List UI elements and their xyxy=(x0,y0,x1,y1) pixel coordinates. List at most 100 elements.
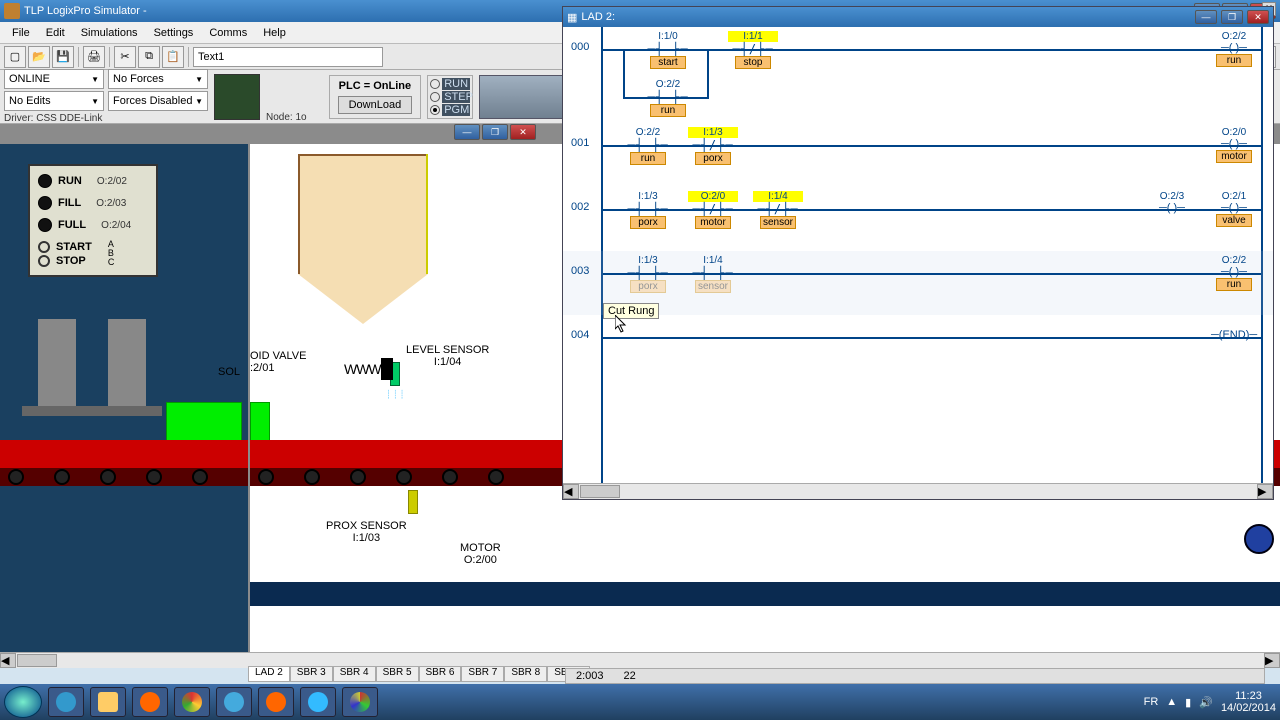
lad-close[interactable]: ✕ xyxy=(1247,10,1269,24)
silo xyxy=(298,154,438,354)
forcesdisabled-combo[interactable]: Forces Disabled▼ xyxy=(108,91,208,111)
app-icon xyxy=(4,3,20,19)
elem-start[interactable]: I:1/0─┤ ├─start xyxy=(643,31,693,69)
tray-flag-icon[interactable]: ▲ xyxy=(1166,696,1177,708)
node-label: Node: 1o xyxy=(266,112,307,123)
bottom-tabs: LAD 2 SBR 3 SBR 4 SBR 5 SBR 6 SBR 7 SBR … xyxy=(248,666,590,682)
stop-switch[interactable] xyxy=(38,255,50,267)
address-field[interactable] xyxy=(193,47,383,67)
lamp-fill-icon xyxy=(38,196,52,210)
solenoid-label: SOLENOID VALVESOL xyxy=(218,366,240,378)
lad-icon: ▦ xyxy=(567,11,577,24)
prox-sensor-icon xyxy=(408,490,418,514)
edits-combo[interactable]: No Edits▼ xyxy=(4,91,104,111)
rung-000[interactable]: 000 I:1/0─┤ ├─start I:1/1─┤/├─stop O:2/2… xyxy=(563,27,1273,123)
tb-firefox-icon[interactable] xyxy=(258,687,294,717)
coil-023[interactable]: O:2/3─( )─ xyxy=(1149,191,1195,214)
menu-edit[interactable]: Edit xyxy=(38,25,73,41)
tb-app1-icon[interactable] xyxy=(216,687,252,717)
lad-window: ▦ LAD 2: — ❐ ✕ 000 I:1/0─┤ ├─start I:1/1… xyxy=(562,6,1274,500)
menu-comms[interactable]: Comms xyxy=(201,25,255,41)
chip-icon[interactable] xyxy=(214,74,260,120)
mode-pgm-radio[interactable] xyxy=(430,105,440,115)
save-icon[interactable]: 💾 xyxy=(52,46,74,68)
elem-run1[interactable]: O:2/2─┤ ├─run xyxy=(623,127,673,165)
prosim2-close[interactable]: ✕ xyxy=(510,124,536,140)
floor xyxy=(250,582,1280,606)
lad-max[interactable]: ❐ xyxy=(1221,10,1243,24)
tb-ie-icon[interactable] xyxy=(48,687,84,717)
tb-app2-icon[interactable] xyxy=(342,687,378,717)
tray-sound-icon[interactable]: 🔊 xyxy=(1199,696,1213,709)
status-a: 2:003 xyxy=(576,670,604,682)
tab-sbr5[interactable]: SBR 5 xyxy=(376,666,419,682)
tab-lad2[interactable]: LAD 2 xyxy=(248,666,290,682)
indicator-run: RUN O:2/02 xyxy=(38,174,148,188)
elem-sensor2[interactable]: I:1/4─┤/├─sensor xyxy=(753,191,803,229)
lad-scroll[interactable]: ◀▶ xyxy=(563,483,1273,499)
solenoid-label2: OID VALVE:2/01 xyxy=(250,350,306,374)
tb-explorer-icon[interactable] xyxy=(90,687,126,717)
rung-002[interactable]: 002 I:1/3─┤ ├─porx O:2/0─┤/├─motor I:1/4… xyxy=(563,187,1273,251)
menu-settings[interactable]: Settings xyxy=(146,25,202,41)
download-button[interactable]: DownLoad xyxy=(338,96,413,114)
prosim2-min[interactable]: — xyxy=(454,124,480,140)
tooltip-cutrung: Cut Rung xyxy=(603,303,659,319)
coil-motor[interactable]: O:2/0─( )─motor xyxy=(1211,127,1257,163)
plc-status-box: PLC = OnLine DownLoad xyxy=(329,75,422,119)
open-icon[interactable]: 📂 xyxy=(28,46,50,68)
mode-run-radio[interactable] xyxy=(430,79,440,89)
lad-min[interactable]: — xyxy=(1195,10,1217,24)
start-switch[interactable] xyxy=(38,241,50,253)
elem-motor2[interactable]: O:2/0─┤/├─motor xyxy=(688,191,738,229)
motor-icon xyxy=(1244,524,1274,554)
tray-lang[interactable]: FR xyxy=(1144,696,1159,708)
prosim2-max[interactable]: ❐ xyxy=(482,124,508,140)
elem-stop[interactable]: I:1/1─┤/├─stop xyxy=(728,31,778,69)
print-icon[interactable]: 🖨 xyxy=(83,46,105,68)
abc-switch-label: A B C xyxy=(108,240,115,267)
start-button[interactable] xyxy=(4,686,42,718)
prosim-scroll[interactable]: ◀▶ xyxy=(0,652,1280,668)
tb-skype-icon[interactable] xyxy=(300,687,336,717)
coil-valve[interactable]: O:2/1─( )─valve xyxy=(1211,191,1257,227)
driver-label: Driver: CSS DDE-Link xyxy=(4,113,102,124)
levelsensor-label: LEVEL SENSORI:1/04 xyxy=(406,344,489,368)
menu-simulations[interactable]: Simulations xyxy=(73,25,146,41)
mouse-cursor-icon xyxy=(615,315,627,333)
box-on-belt-left xyxy=(166,402,242,442)
elem-porx1[interactable]: I:1/3─┤/├─porx xyxy=(688,127,738,165)
tb-chrome-icon[interactable] xyxy=(174,687,210,717)
coil-run3[interactable]: O:2/2─( )─run xyxy=(1211,255,1257,291)
ladder-editor[interactable]: 000 I:1/0─┤ ├─start I:1/1─┤/├─stop O:2/2… xyxy=(563,27,1273,499)
elem-sensor3[interactable]: I:1/4─┤ ├─sensor xyxy=(688,255,738,293)
elem-run-branch[interactable]: O:2/2─┤ ├─run xyxy=(643,79,693,117)
paste-icon[interactable]: 📋 xyxy=(162,46,184,68)
rung-001[interactable]: 001 O:2/2─┤ ├─run I:1/3─┤/├─porx O:2/0─(… xyxy=(563,123,1273,187)
coil-run[interactable]: O:2/2─( )─run xyxy=(1211,31,1257,67)
tab-sbr6[interactable]: SBR 6 xyxy=(419,666,462,682)
online-combo[interactable]: ONLINE▼ xyxy=(4,69,104,89)
control-panel: RUN O:2/02 FILL O:2/03 FULL O:2/04 START… xyxy=(28,164,158,277)
copy-icon[interactable]: ⧉ xyxy=(138,46,160,68)
tray-clock[interactable]: 11:2314/02/2014 xyxy=(1221,690,1276,714)
mode-step-radio[interactable] xyxy=(430,92,440,102)
tab-sbr8[interactable]: SBR 8 xyxy=(504,666,547,682)
box-on-belt-right xyxy=(250,402,270,442)
cut-icon[interactable]: ✂ xyxy=(114,46,136,68)
forces-combo[interactable]: No Forces▼ xyxy=(108,69,208,89)
menu-help[interactable]: Help xyxy=(255,25,294,41)
menu-file[interactable]: File xyxy=(4,25,38,41)
tab-sbr7[interactable]: SBR 7 xyxy=(461,666,504,682)
elem-porx3[interactable]: I:1/3─┤ ├─porx xyxy=(623,255,673,293)
tab-sbr4[interactable]: SBR 4 xyxy=(333,666,376,682)
solenoid-valve: WWW xyxy=(344,358,393,380)
elem-porx2[interactable]: I:1/3─┤ ├─porx xyxy=(623,191,673,229)
rung-003[interactable]: 003 I:1/3─┤ ├─porx I:1/4─┤ ├─sensor O:2/… xyxy=(563,251,1273,315)
tab-sbr3[interactable]: SBR 3 xyxy=(290,666,333,682)
new-icon[interactable]: ▢ xyxy=(4,46,26,68)
tray-network-icon[interactable]: ▮ xyxy=(1185,696,1191,709)
tb-media-icon[interactable] xyxy=(132,687,168,717)
rung-004[interactable]: 004 ─(END)─ xyxy=(563,315,1273,379)
indicator-full: FULL O:2/04 xyxy=(38,218,148,232)
